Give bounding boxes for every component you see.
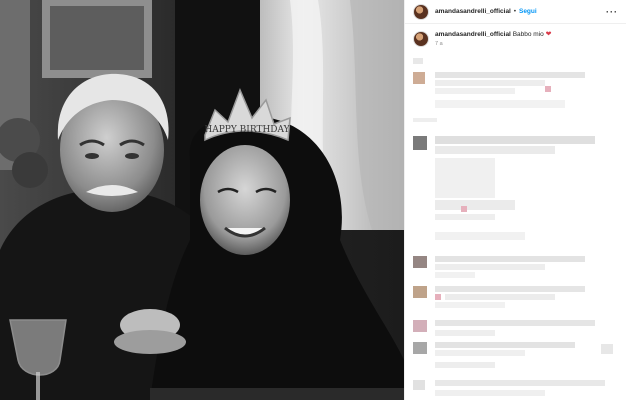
post-time[interactable]: 7 a xyxy=(435,41,551,47)
photo-illustration: HAPPY BIRTHDAY xyxy=(0,0,404,400)
caption-text: Babbo mio xyxy=(512,31,544,38)
heart-emoji-icon: ❤ xyxy=(545,31,552,38)
post-caption: amandasandrelli_official Babbo mio ❤ 7 a xyxy=(405,24,626,47)
more-options-icon[interactable]: ··· xyxy=(606,7,618,17)
post-photo[interactable]: HAPPY BIRTHDAY xyxy=(0,0,404,400)
profile-avatar-icon[interactable] xyxy=(413,3,429,20)
caption-username[interactable]: amandasandrelli_official xyxy=(435,31,511,38)
post-viewer: HAPPY BIRTHDAY amandasandrelli_official … xyxy=(0,0,626,400)
tiara-text: HAPPY BIRTHDAY xyxy=(204,125,290,135)
header-username[interactable]: amandasandrelli_official xyxy=(435,8,511,15)
follow-button[interactable]: Segui xyxy=(519,8,537,15)
post-sidebar: amandasandrelli_official • Segui ··· ama… xyxy=(404,0,626,400)
blurred-comments xyxy=(413,58,613,396)
caption-avatar-icon[interactable] xyxy=(413,31,429,47)
post-header: amandasandrelli_official • Segui ··· xyxy=(405,0,626,24)
header-separator: • xyxy=(513,8,516,15)
